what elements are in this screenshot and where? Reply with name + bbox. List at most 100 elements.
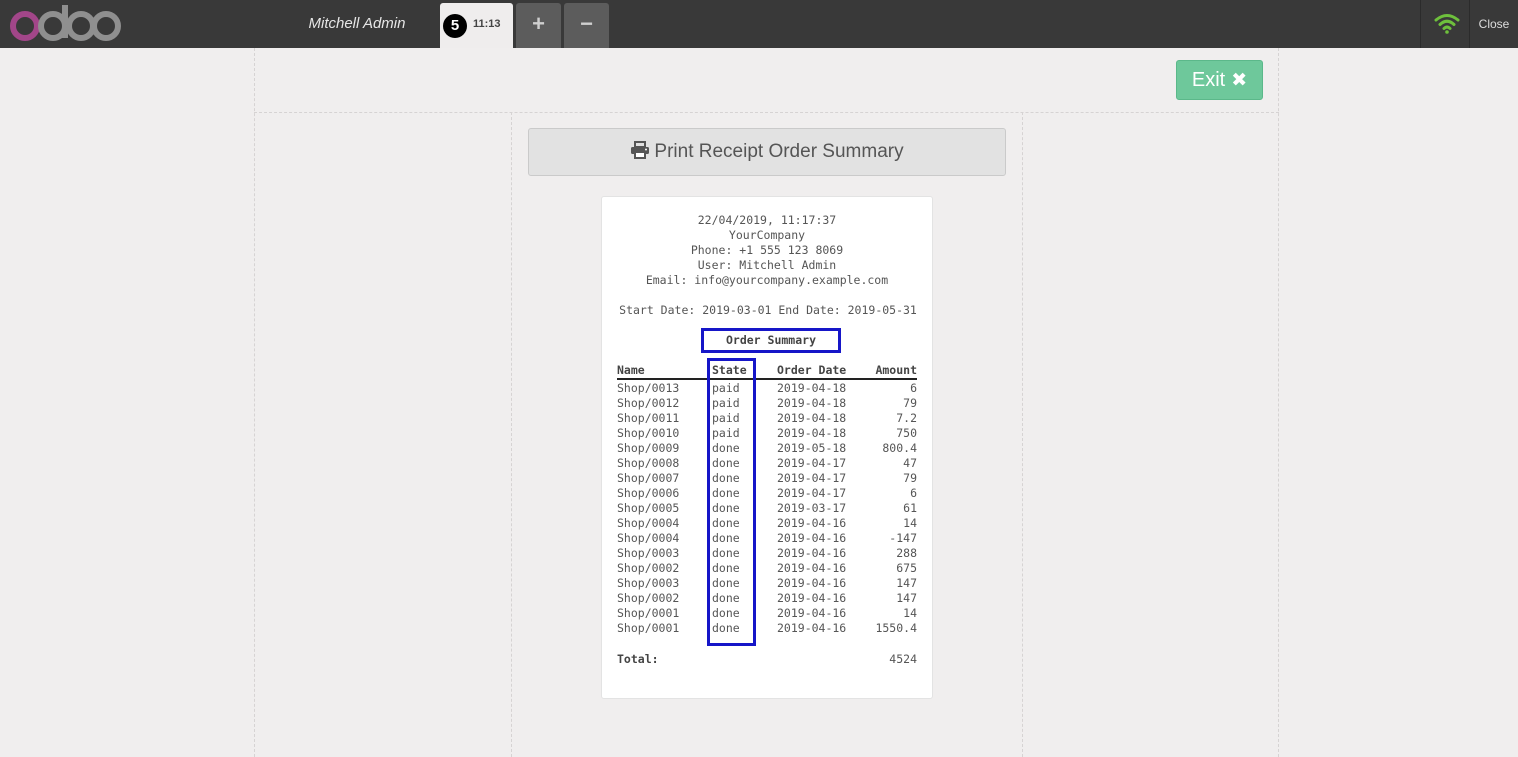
table-row: Shop/0012 paid 2019-04-18 79 <box>617 396 917 411</box>
order-date: 2019-05-18 <box>777 441 847 455</box>
order-amount: 800.4 <box>882 441 917 455</box>
layout-divider <box>1278 48 1279 757</box>
printer-icon <box>631 141 650 159</box>
cashier-name[interactable]: Mitchell Admin <box>300 0 414 48</box>
order-amount: -147 <box>889 531 917 545</box>
layout-divider <box>254 48 255 757</box>
close-icon: ✖ <box>1231 70 1248 91</box>
order-amount: 147 <box>896 591 917 605</box>
order-name: Shop/0009 <box>617 441 680 455</box>
order-amount: 750 <box>896 426 917 440</box>
table-row: Shop/0007 done 2019-04-17 79 <box>617 471 917 486</box>
order-name: Shop/0012 <box>617 396 680 410</box>
odoo-logo <box>10 5 121 41</box>
table-row: Shop/0009 done 2019-05-18 800.4 <box>617 441 917 456</box>
table-row: Shop/0011 paid 2019-04-18 7.2 <box>617 411 917 426</box>
receipt-datetime: 22/04/2019, 11:17:37 <box>697 213 837 227</box>
order-date: 2019-04-16 <box>777 591 847 605</box>
column-header-name: Name <box>617 363 645 377</box>
wifi-icon[interactable] <box>1434 12 1460 34</box>
order-name: Shop/0004 <box>617 531 680 545</box>
column-header-amount: Amount <box>875 363 917 377</box>
order-date: 2019-04-18 <box>777 411 847 425</box>
total-value: 4524 <box>889 652 917 666</box>
order-name: Shop/0003 <box>617 576 680 590</box>
order-date: 2019-04-17 <box>777 486 847 500</box>
order-name: Shop/0001 <box>617 621 680 635</box>
close-button[interactable]: Close <box>1470 0 1518 48</box>
receipt-email: Email: info@yourcompany.example.com <box>645 273 889 287</box>
table-row: Shop/0010 paid 2019-04-18 750 <box>617 426 917 441</box>
table-row: Shop/0002 done 2019-04-16 675 <box>617 561 917 576</box>
total-label: Total: <box>617 652 659 666</box>
order-amount: 14 <box>903 606 917 620</box>
state-column-highlight <box>707 358 756 646</box>
order-name: Shop/0011 <box>617 411 680 425</box>
order-name: Shop/0003 <box>617 546 680 560</box>
receipt: 22/04/2019, 11:17:37 YourCompany Phone: … <box>601 196 933 699</box>
table-header: Name State Order Date Amount <box>617 363 917 380</box>
order-date: 2019-04-18 <box>777 426 847 440</box>
order-name: Shop/0008 <box>617 456 680 470</box>
order-amount: 7.2 <box>896 411 917 425</box>
divider <box>1420 0 1421 48</box>
order-sequence-badge: 5 <box>443 14 467 38</box>
layout-divider <box>511 112 512 757</box>
table-row: Shop/0013 paid 2019-04-18 6 <box>617 381 917 396</box>
order-amount: 47 <box>903 456 917 470</box>
order-amount: 675 <box>896 561 917 575</box>
receipt-date-range: Start Date: 2019-03-01 End Date: 2019-05… <box>619 303 917 317</box>
topbar: Mitchell Admin 5 11:13 + − Close <box>0 0 1518 48</box>
order-date: 2019-04-16 <box>777 621 847 635</box>
order-date: 2019-04-16 <box>777 546 847 560</box>
exit-label: Exit <box>1191 69 1226 91</box>
receipt-phone: Phone: +1 555 123 8069 <box>690 243 844 257</box>
order-amount: 6 <box>910 486 917 500</box>
layout-divider <box>254 112 1279 113</box>
add-order-button[interactable]: + <box>516 3 561 48</box>
order-date: 2019-04-18 <box>777 381 847 395</box>
receipt-company: YourCompany <box>728 228 806 242</box>
order-amount: 288 <box>896 546 917 560</box>
table-row: Shop/0002 done 2019-04-16 147 <box>617 591 917 606</box>
order-name: Shop/0010 <box>617 426 680 440</box>
order-name: Shop/0004 <box>617 516 680 530</box>
table-row: Shop/0003 done 2019-04-16 147 <box>617 576 917 591</box>
order-date: 2019-04-16 <box>777 561 847 575</box>
order-date: 2019-04-18 <box>777 396 847 410</box>
layout-divider <box>1022 112 1023 757</box>
order-amount: 14 <box>903 516 917 530</box>
receipt-user: User: Mitchell Admin <box>697 258 837 272</box>
order-time: 11:13 <box>473 18 501 30</box>
order-date: 2019-03-17 <box>777 501 847 515</box>
order-amount: 147 <box>896 576 917 590</box>
order-date: 2019-04-16 <box>777 531 847 545</box>
print-receipt-button[interactable]: Print Receipt Order Summary <box>528 128 1006 176</box>
table-row: Shop/0001 done 2019-04-16 14 <box>617 606 917 621</box>
order-tab-active[interactable]: 5 11:13 <box>440 3 513 48</box>
order-name: Shop/0005 <box>617 501 680 515</box>
print-receipt-label: Print Receipt Order Summary <box>654 141 904 162</box>
exit-button[interactable]: Exit ✖ <box>1176 60 1263 100</box>
order-name: Shop/0006 <box>617 486 680 500</box>
order-summary-title: Order Summary <box>701 328 841 353</box>
order-amount: 6 <box>910 381 917 395</box>
order-name: Shop/0001 <box>617 606 680 620</box>
table-row: Shop/0004 done 2019-04-16 -147 <box>617 531 917 546</box>
order-amount: 79 <box>903 471 917 485</box>
remove-order-button[interactable]: − <box>564 3 609 48</box>
order-date: 2019-04-17 <box>777 456 847 470</box>
order-date: 2019-04-16 <box>777 576 847 590</box>
receipt-total: Total: 4524 <box>617 652 917 667</box>
order-name: Shop/0013 <box>617 381 680 395</box>
order-name: Shop/0007 <box>617 471 680 485</box>
table-row: Shop/0004 done 2019-04-16 14 <box>617 516 917 531</box>
table-row: Shop/0008 done 2019-04-17 47 <box>617 456 917 471</box>
order-date: 2019-04-17 <box>777 471 847 485</box>
order-date: 2019-04-16 <box>777 606 847 620</box>
table-row: Shop/0003 done 2019-04-16 288 <box>617 546 917 561</box>
order-name: Shop/0002 <box>617 591 680 605</box>
order-amount: 1550.4 <box>875 621 917 635</box>
order-name: Shop/0002 <box>617 561 680 575</box>
order-date: 2019-04-16 <box>777 516 847 530</box>
